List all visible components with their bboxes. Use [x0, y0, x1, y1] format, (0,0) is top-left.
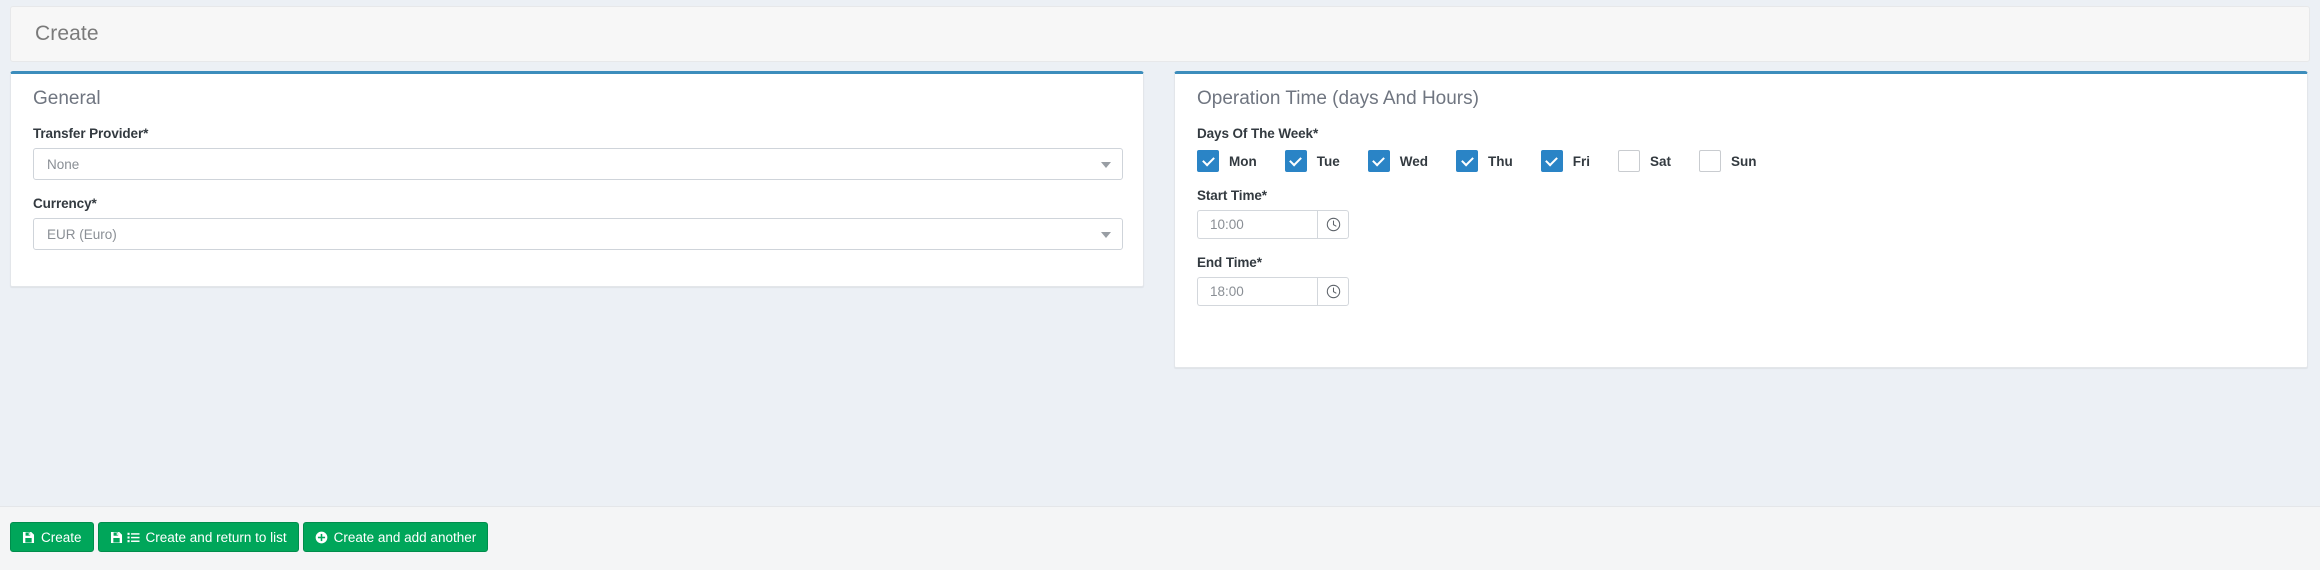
- chevron-down-icon: [1101, 232, 1111, 238]
- start-time-label: Start Time*: [1197, 188, 1267, 203]
- general-panel: General Transfer Provider* None Currency…: [10, 71, 1144, 287]
- day-checkbox-wed[interactable]: Wed: [1367, 150, 1429, 172]
- currency-group: Currency* EUR (Euro): [33, 196, 1123, 250]
- end-time-picker-button[interactable]: [1317, 277, 1349, 306]
- day-label-mon: Mon: [1229, 153, 1257, 169]
- page-header-bar: Create: [10, 6, 2310, 62]
- start-time-group: Start Time* 10:00: [1197, 188, 2285, 239]
- days-of-week-row: Mon Tue Wed Thu Fri Sat Sun: [1197, 150, 2285, 172]
- end-time-input[interactable]: 18:00: [1197, 277, 1317, 306]
- create-and-add-another-button[interactable]: Create and add another: [302, 522, 489, 552]
- operation-time-panel-title: Operation Time (days And Hours): [1197, 88, 1479, 109]
- days-of-week-label: Days Of The Week*: [1197, 126, 1319, 141]
- checkbox-wed[interactable]: [1367, 150, 1390, 172]
- create-button[interactable]: Create: [10, 522, 94, 552]
- checkbox-sat[interactable]: [1618, 150, 1641, 172]
- checkbox-mon[interactable]: [1197, 150, 1219, 172]
- transfer-provider-label: Transfer Provider*: [33, 126, 149, 141]
- general-panel-title: General: [33, 88, 101, 109]
- save-icon: [110, 531, 123, 544]
- create-and-add-another-button-label: Create and add another: [333, 529, 477, 545]
- day-checkbox-thu[interactable]: Thu: [1456, 150, 1513, 172]
- start-time-input[interactable]: 10:00: [1197, 210, 1317, 239]
- end-time-label: End Time*: [1197, 255, 1262, 270]
- day-checkbox-mon[interactable]: Mon: [1197, 150, 1257, 172]
- transfer-provider-select[interactable]: None: [33, 148, 1123, 180]
- end-time-group: End Time* 18:00: [1197, 255, 2285, 306]
- transfer-provider-group: Transfer Provider* None: [33, 126, 1123, 180]
- day-checkbox-fri[interactable]: Fri: [1540, 150, 1591, 172]
- day-label-wed: Wed: [1399, 153, 1429, 169]
- checkbox-sun[interactable]: [1699, 150, 1722, 172]
- currency-label: Currency*: [33, 196, 97, 211]
- plus-circle-icon: [315, 531, 328, 544]
- footer-action-bar: Create Create and return to list Create …: [0, 506, 2320, 570]
- footer-button-row: Create Create and return to list Create …: [10, 522, 492, 552]
- create-and-return-button[interactable]: Create and return to list: [97, 522, 299, 552]
- transfer-provider-value: None: [47, 156, 80, 172]
- end-time-input-group[interactable]: 18:00: [1197, 277, 1349, 306]
- page-title: Create: [35, 22, 99, 45]
- currency-value: EUR (Euro): [47, 226, 117, 242]
- day-label-tue: Tue: [1316, 153, 1340, 169]
- checkbox-fri[interactable]: [1540, 150, 1563, 172]
- chevron-down-icon: [1101, 162, 1111, 168]
- currency-select[interactable]: EUR (Euro): [33, 218, 1123, 250]
- day-label-fri: Fri: [1572, 153, 1591, 169]
- days-of-week-group: Days Of The Week* Mon Tue Wed Thu Fri Sa…: [1197, 126, 2285, 172]
- list-icon: [127, 531, 140, 544]
- day-label-sun: Sun: [1731, 153, 1757, 169]
- clock-icon: [1326, 217, 1341, 232]
- clock-icon: [1326, 284, 1341, 299]
- start-time-picker-button[interactable]: [1317, 210, 1349, 239]
- checkbox-tue[interactable]: [1284, 150, 1307, 172]
- operation-time-panel-body: Days Of The Week* Mon Tue Wed Thu Fri Sa…: [1175, 126, 2307, 306]
- create-and-return-button-label: Create and return to list: [145, 529, 287, 545]
- day-checkbox-sat[interactable]: Sat: [1618, 150, 1671, 172]
- checkbox-thu[interactable]: [1456, 150, 1479, 172]
- day-label-sat: Sat: [1650, 153, 1672, 169]
- operation-time-panel: Operation Time (days And Hours) Days Of …: [1174, 71, 2308, 368]
- day-checkbox-tue[interactable]: Tue: [1284, 150, 1340, 172]
- general-panel-body: Transfer Provider* None Currency* EUR (E…: [11, 126, 1143, 250]
- day-checkbox-sun[interactable]: Sun: [1699, 150, 1757, 172]
- create-button-label: Create: [41, 529, 82, 545]
- start-time-input-group[interactable]: 10:00: [1197, 210, 1349, 239]
- save-icon: [22, 531, 35, 544]
- day-label-thu: Thu: [1488, 153, 1513, 169]
